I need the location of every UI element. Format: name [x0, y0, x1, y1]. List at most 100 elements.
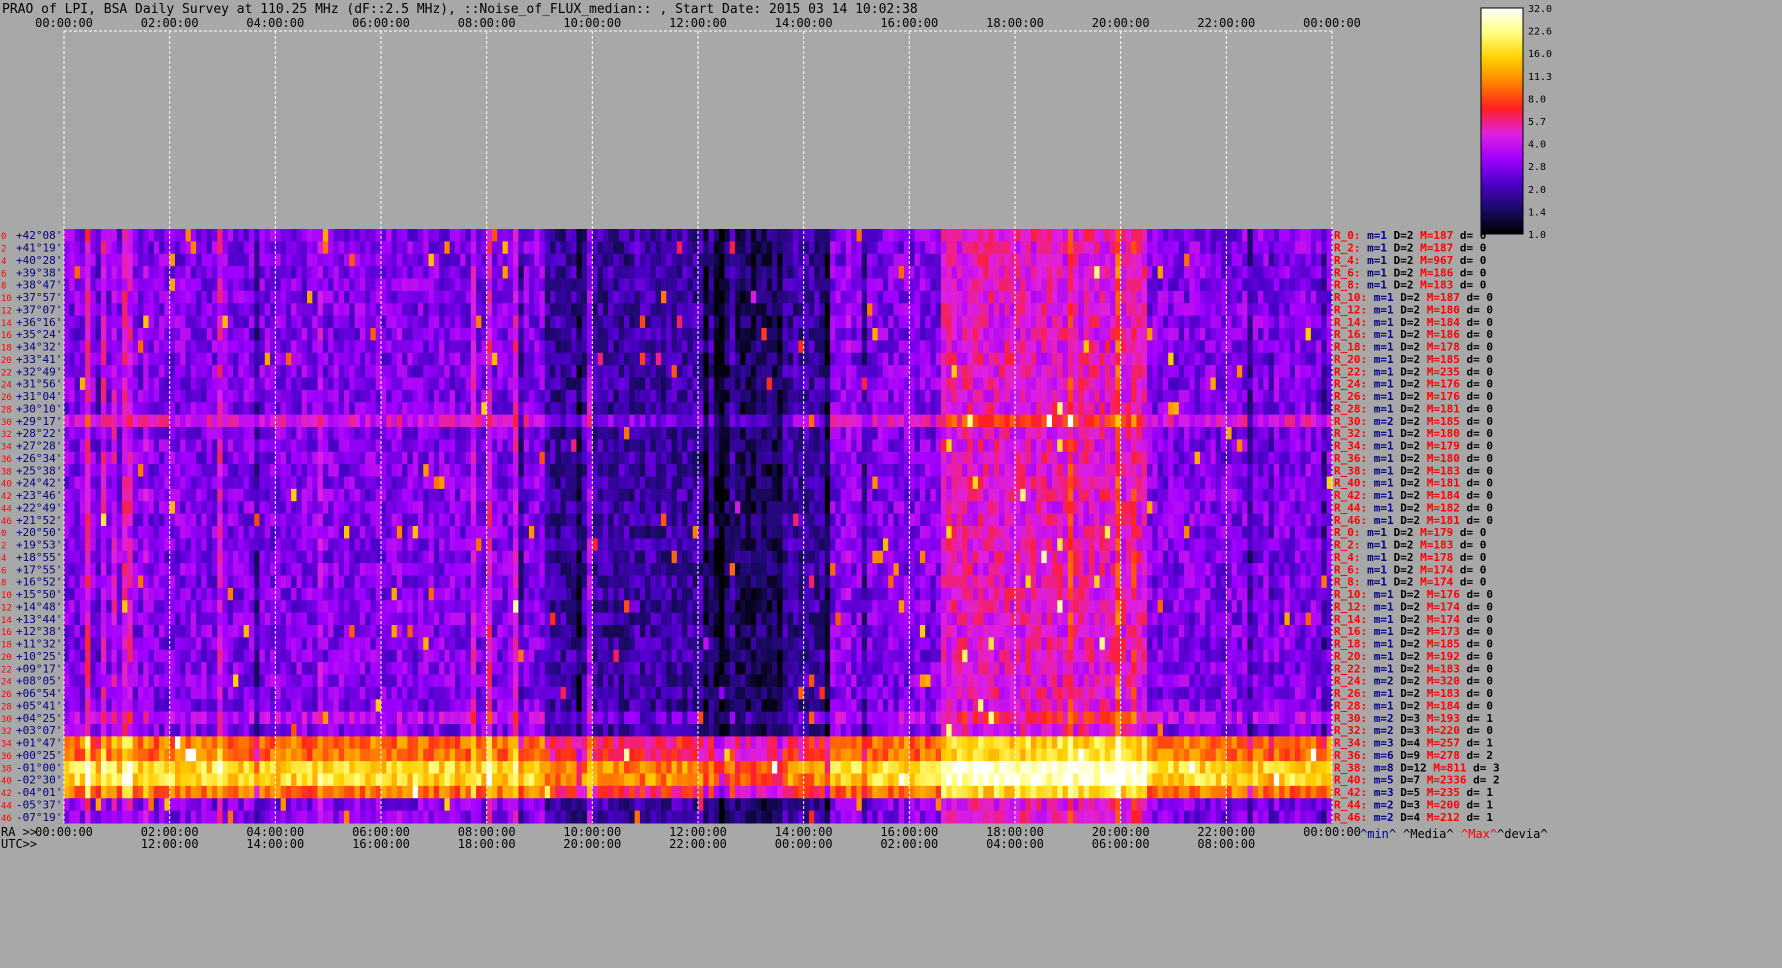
heatmap-cell	[528, 365, 535, 379]
heatmap-cell	[122, 290, 128, 304]
heatmap-cell	[1094, 340, 1101, 354]
heatmap-cell	[90, 315, 97, 329]
heatmap-cell	[703, 352, 710, 366]
heatmap-cell	[740, 241, 747, 255]
heatmap-cell	[238, 439, 245, 453]
heatmap-cell	[708, 451, 715, 465]
heatmap-cell	[1289, 451, 1296, 465]
heatmap-cell	[185, 315, 192, 329]
heatmap-cell	[275, 389, 282, 403]
heatmap-cell	[1088, 377, 1095, 391]
heatmap-cell	[491, 303, 498, 317]
heatmap-cell	[481, 253, 488, 267]
heatmap-cell	[856, 389, 863, 403]
heatmap-cell	[592, 365, 599, 379]
heatmap-cell	[1062, 229, 1069, 242]
heatmap-cell	[1258, 241, 1264, 255]
heatmap-cell	[1289, 303, 1296, 317]
heatmap-cell	[1131, 427, 1138, 440]
heatmap-cell	[1168, 439, 1174, 453]
heatmap-cell	[1178, 290, 1185, 304]
heatmap-cell	[1020, 427, 1027, 440]
heatmap-cell	[745, 352, 752, 366]
heatmap-cell	[74, 377, 81, 391]
heatmap-cell	[381, 451, 387, 465]
heatmap-cell	[787, 414, 794, 428]
heatmap-cell	[1305, 402, 1312, 416]
heatmap-cell	[771, 414, 778, 428]
heatmap-cell	[291, 414, 297, 428]
heatmap-cell	[1025, 328, 1032, 341]
heatmap-cell	[391, 328, 398, 341]
heatmap-cell	[1236, 266, 1243, 280]
heatmap-cell	[639, 389, 646, 403]
heatmap-cell	[338, 414, 345, 428]
heatmap-cell	[1152, 266, 1159, 280]
heatmap-cell	[1083, 451, 1090, 465]
heatmap-cell	[227, 340, 234, 354]
heatmap-cell	[1258, 414, 1264, 428]
heatmap-cell	[317, 266, 324, 280]
heatmap-cell	[972, 451, 979, 465]
heatmap-cell	[296, 253, 303, 267]
heatmap-cell	[893, 253, 900, 267]
heatmap-cell	[1268, 389, 1275, 403]
heatmap-cell	[771, 476, 778, 490]
heatmap-cell	[285, 464, 292, 478]
heatmap-cell	[576, 278, 583, 292]
heatmap-cell	[687, 451, 694, 465]
heatmap-cell	[396, 427, 403, 440]
heatmap-cell	[1258, 427, 1264, 440]
heatmap-cell	[243, 241, 250, 255]
heatmap-cell	[608, 427, 614, 440]
top-tick-label: 20:00:00	[1092, 16, 1150, 30]
heatmap-cell	[565, 315, 572, 329]
heatmap-cell	[1210, 315, 1217, 329]
heatmap-cell	[734, 241, 741, 255]
heatmap-cell	[275, 402, 282, 416]
heatmap-cell	[1236, 315, 1243, 329]
heatmap-cell	[576, 464, 583, 478]
heatmap-cell	[1088, 266, 1095, 280]
heatmap-cell	[523, 253, 530, 267]
heatmap-cell	[365, 241, 371, 255]
heatmap-cell	[724, 377, 731, 391]
heatmap-cell	[962, 476, 968, 490]
heatmap-cell	[861, 315, 868, 329]
heatmap-cell	[460, 340, 467, 354]
heatmap-cell	[993, 315, 1000, 329]
heatmap-cell	[518, 427, 525, 440]
heatmap-cell	[661, 427, 667, 440]
heatmap-cell	[312, 266, 319, 280]
heatmap-cell	[454, 253, 461, 267]
top-tick-label: 12:00:00	[669, 16, 727, 30]
heatmap-cell	[64, 389, 70, 403]
heatmap-cell	[301, 303, 308, 317]
heatmap-cell	[645, 365, 651, 379]
heatmap-cell	[444, 439, 451, 453]
heatmap-cell	[565, 476, 572, 490]
heatmap-cell	[782, 377, 789, 391]
heatmap-cell	[634, 290, 641, 304]
heatmap-cell	[344, 303, 350, 317]
heatmap-cell	[180, 241, 187, 255]
heatmap-cell	[69, 328, 76, 341]
heatmap-cell	[576, 389, 583, 403]
heatmap-cell	[307, 328, 313, 341]
heatmap-cell	[122, 241, 128, 255]
heatmap-cell	[344, 241, 350, 255]
heatmap-cell	[111, 253, 118, 267]
heatmap-cell	[861, 389, 868, 403]
heatmap-cell	[629, 451, 636, 465]
heatmap-cell	[74, 365, 81, 379]
heatmap-cell	[307, 241, 313, 255]
heatmap-cell	[650, 253, 657, 267]
heatmap-cell	[676, 340, 683, 354]
heatmap-cell	[1004, 439, 1011, 453]
heatmap-cell	[523, 377, 530, 391]
heatmap-cell	[724, 290, 731, 304]
heatmap-cell	[544, 266, 551, 280]
heatmap-cell	[407, 340, 414, 354]
heatmap-cell	[1316, 439, 1322, 453]
heatmap-cell	[919, 266, 926, 280]
